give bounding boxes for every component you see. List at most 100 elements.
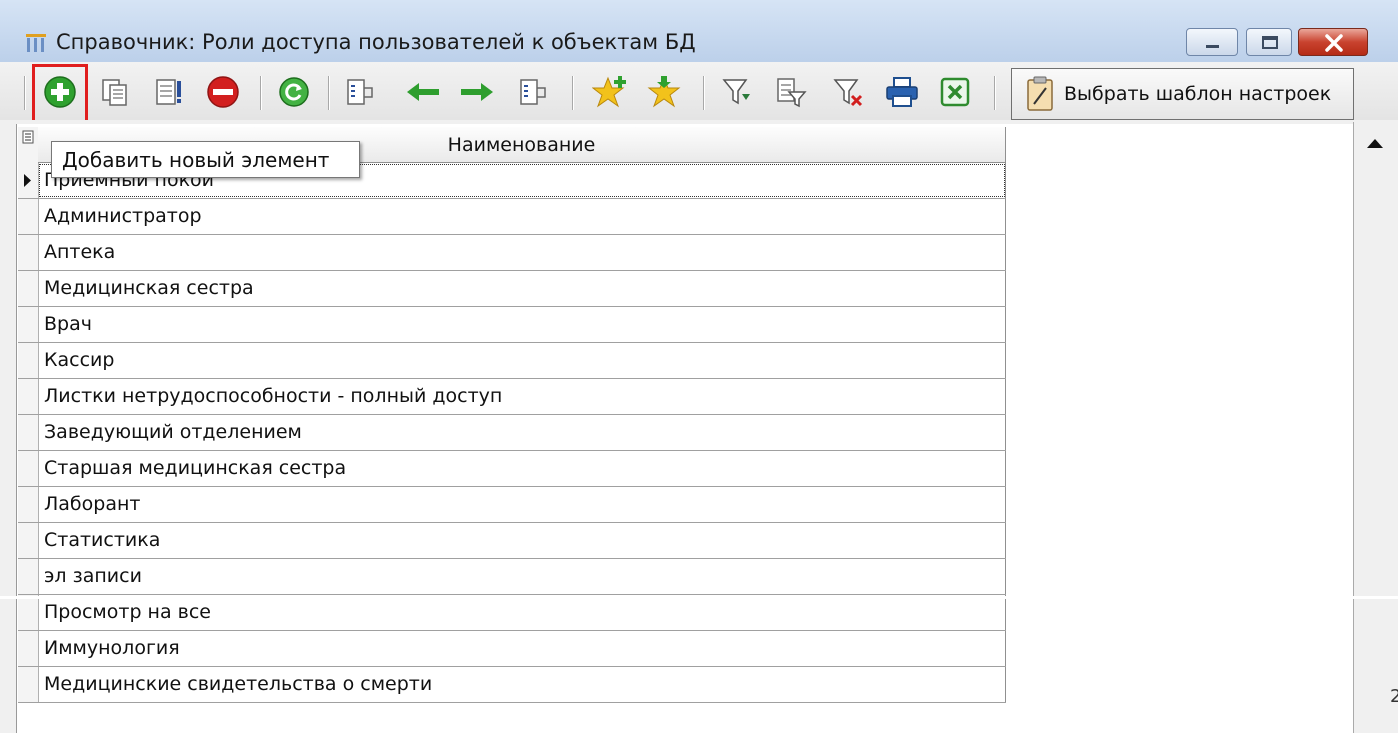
filter-icon	[722, 79, 750, 105]
add-button-highlight	[32, 64, 88, 124]
star-arrow-icon	[647, 76, 681, 108]
table-row[interactable]: Заведующий отделением	[18, 415, 1006, 451]
table-row[interactable]: Кассир	[18, 343, 1006, 379]
filter-clear-icon	[833, 79, 863, 107]
current-row-arrow-icon	[24, 174, 31, 187]
prev-button[interactable]	[404, 73, 442, 111]
minimize-icon	[1206, 45, 1219, 48]
window-title: Справочник: Роли доступа пользователей к…	[56, 30, 696, 54]
table-cell-name[interactable]: Иммунология	[38, 631, 1006, 666]
excel-icon	[940, 77, 970, 107]
row-indicator[interactable]	[18, 199, 39, 234]
select-template-label: Выбрать шаблон настроек	[1064, 83, 1332, 105]
tooltip: Добавить новый элемент	[51, 141, 360, 178]
list-arrow-icon	[520, 79, 546, 105]
clipboard-icon	[1027, 76, 1053, 111]
minus-circle-icon	[207, 76, 239, 108]
copy-button[interactable]	[96, 73, 134, 111]
edit-list-icon	[156, 79, 181, 105]
filter-button[interactable]	[718, 73, 756, 111]
row-indicator[interactable]	[18, 163, 39, 198]
column-selector[interactable]	[18, 127, 39, 164]
move-last-button[interactable]	[515, 73, 553, 111]
maximize-button[interactable]	[1246, 28, 1292, 56]
table-cell-name[interactable]: Аптека	[38, 235, 1006, 270]
table-cell-name[interactable]: Медицинские свидетельства о смерти	[38, 667, 1006, 702]
favorite-button[interactable]	[645, 73, 683, 111]
toolbar-separator	[260, 76, 261, 110]
toolbar-separator	[703, 76, 704, 110]
title-bar: Справочник: Роли доступа пользователей к…	[0, 0, 1398, 62]
print-button[interactable]	[883, 73, 921, 111]
row-indicator[interactable]	[18, 523, 39, 558]
edit-button[interactable]	[150, 73, 188, 111]
toolbar-separator	[328, 76, 329, 110]
table-row[interactable]: Аптека	[18, 235, 1006, 271]
table-cell-name[interactable]: Кассир	[38, 343, 1006, 378]
copy-document-icon	[102, 79, 127, 106]
table-row[interactable]: эл записи	[18, 559, 1006, 595]
vertical-scrollbar[interactable]	[1353, 122, 1398, 733]
table-row[interactable]: Медицинская сестра	[18, 271, 1006, 307]
screen-artifact-line	[0, 596, 1398, 599]
list-arrow-icon	[347, 79, 373, 105]
row-indicator[interactable]	[18, 343, 39, 378]
refresh-button[interactable]	[275, 73, 313, 111]
scroll-up-button[interactable]	[1353, 123, 1397, 167]
maximize-icon	[1262, 36, 1278, 49]
row-indicator[interactable]	[18, 307, 39, 342]
next-button[interactable]	[458, 73, 496, 111]
printer-icon	[886, 77, 918, 107]
table-row[interactable]: Просмотр на все	[18, 595, 1006, 631]
clear-filter-button[interactable]	[829, 73, 867, 111]
toolbar-separator	[994, 76, 995, 110]
table-cell-name[interactable]: Просмотр на все	[38, 595, 1006, 630]
toolbar-separator	[572, 76, 573, 110]
add-favorite-button[interactable]	[591, 73, 629, 111]
refresh-icon	[279, 77, 309, 107]
column-header-label: Наименование	[447, 133, 596, 156]
table-row[interactable]: Администратор	[18, 199, 1006, 235]
row-indicator[interactable]	[18, 667, 39, 702]
table-row[interactable]: Старшая медицинская сестра	[18, 451, 1006, 487]
table-cell-name[interactable]: Администратор	[38, 199, 1006, 234]
filter-edit-button[interactable]	[772, 73, 810, 111]
table-cell-name[interactable]: Заведующий отделением	[38, 415, 1006, 450]
table-row[interactable]: Иммунология	[18, 631, 1006, 667]
triangle-up-icon	[1367, 139, 1383, 148]
row-indicator[interactable]	[18, 631, 39, 666]
arrow-left-icon	[407, 83, 439, 101]
table-row[interactable]: Медицинские свидетельства о смерти	[18, 667, 1006, 703]
close-window-button[interactable]	[1298, 28, 1368, 56]
table-row[interactable]: Статистика	[18, 523, 1006, 559]
row-indicator[interactable]	[18, 559, 39, 594]
table-row[interactable]: Врач	[18, 307, 1006, 343]
delete-button[interactable]	[204, 73, 242, 111]
row-indicator[interactable]	[18, 451, 39, 486]
table-cell-name[interactable]: Врач	[38, 307, 1006, 342]
minimize-button[interactable]	[1186, 28, 1238, 56]
excel-button[interactable]	[936, 73, 974, 111]
tooltip-text: Добавить новый элемент	[62, 147, 330, 172]
row-indicator[interactable]	[18, 487, 39, 522]
table-cell-name[interactable]: Лаборант	[38, 487, 1006, 522]
row-indicator[interactable]	[18, 271, 39, 306]
column-list-icon	[22, 130, 34, 144]
table-cell-name[interactable]: эл записи	[38, 559, 1006, 594]
table-row[interactable]: Лаборант	[18, 487, 1006, 523]
select-template-button[interactable]: Выбрать шаблон настроек	[1011, 68, 1354, 120]
row-indicator[interactable]	[18, 415, 39, 450]
table-row[interactable]: Листки нетрудоспособности - полный досту…	[18, 379, 1006, 415]
row-indicator[interactable]	[18, 235, 39, 270]
close-icon	[1325, 34, 1343, 52]
arrow-right-icon	[461, 83, 493, 101]
row-indicator[interactable]	[18, 595, 39, 630]
application-window: Справочник: Роли доступа пользователей к…	[0, 0, 1398, 733]
table-cell-name[interactable]: Листки нетрудоспособности - полный досту…	[38, 379, 1006, 414]
table-cell-name[interactable]: Медицинская сестра	[38, 271, 1006, 306]
row-indicator[interactable]	[18, 379, 39, 414]
table-cell-name[interactable]: Статистика	[38, 523, 1006, 558]
move-first-button[interactable]	[342, 73, 380, 111]
filter-edit-icon	[777, 78, 807, 108]
table-cell-name[interactable]: Старшая медицинская сестра	[38, 451, 1006, 486]
